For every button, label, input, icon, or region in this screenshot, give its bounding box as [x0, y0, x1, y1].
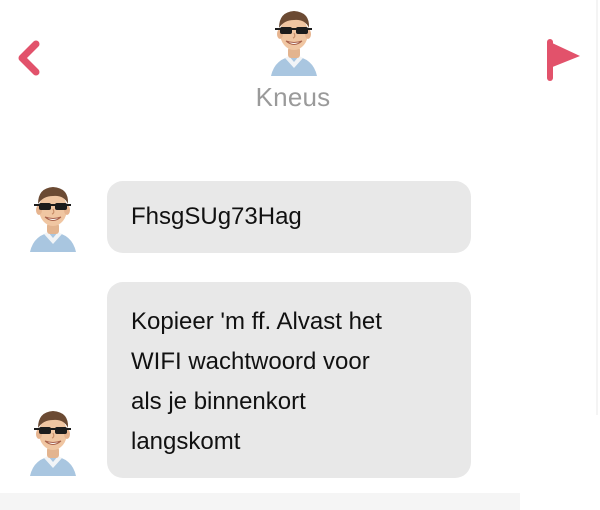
message-line: WIFI wachtwoord voor [131, 348, 370, 375]
chevron-left-icon [18, 40, 40, 76]
message-line: Kopieer 'm ff. Alvast het [131, 308, 382, 335]
message-line: langskomt [131, 428, 241, 455]
flag-icon [547, 39, 580, 81]
avatar-image [24, 400, 82, 476]
conversation-header: Kneus [0, 0, 600, 130]
divider [596, 0, 598, 415]
contact-avatar[interactable] [265, 0, 323, 76]
message-input-bar[interactable] [0, 493, 520, 510]
back-button[interactable] [14, 38, 44, 82]
message-line: als je binnenkort [131, 388, 306, 415]
message-text: FhsgSUg73Hag [131, 203, 302, 230]
message-bubble[interactable]: FhsgSUg73Hag [107, 181, 471, 253]
contact-name: Kneus [255, 82, 331, 112]
avatar-image [265, 0, 323, 76]
message-bubble[interactable]: Kopieer 'm ff. Alvast het WIFI wachtwoor… [107, 282, 471, 478]
sender-avatar [24, 176, 82, 252]
report-button[interactable] [544, 38, 584, 82]
avatar-image [24, 176, 82, 252]
sender-avatar [24, 400, 82, 476]
